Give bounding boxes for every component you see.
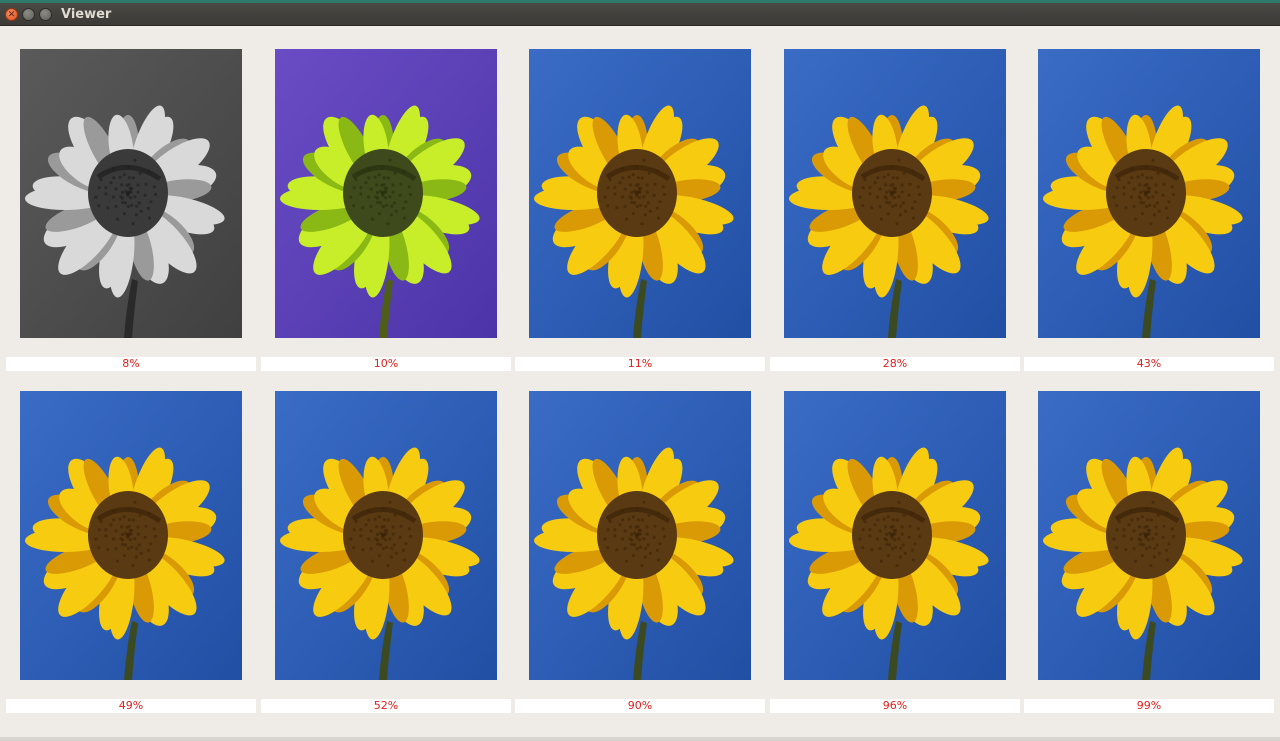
result-score-label: 8% — [6, 357, 256, 371]
result-score-label: 90% — [515, 699, 765, 713]
result-score-label: 10% — [261, 357, 511, 371]
result-score-label: 28% — [770, 357, 1020, 371]
result-score-label: 96% — [770, 699, 1020, 713]
result-image[interactable] — [275, 391, 497, 680]
result-image[interactable] — [529, 391, 751, 680]
result-score-label: 99% — [1024, 699, 1274, 713]
title-bar: ✕ Viewer — [0, 3, 1280, 26]
minimize-window-button[interactable] — [22, 8, 35, 21]
result-score-label: 11% — [515, 357, 765, 371]
result-image[interactable] — [1038, 49, 1260, 338]
result-image[interactable] — [275, 49, 497, 338]
result-image[interactable] — [20, 49, 242, 338]
result-score-label: 49% — [6, 699, 256, 713]
result-image[interactable] — [1038, 391, 1260, 680]
window-title: Viewer — [61, 7, 112, 22]
result-score-label: 43% — [1024, 357, 1274, 371]
result-image[interactable] — [784, 49, 1006, 338]
bottom-edge — [0, 737, 1280, 741]
close-window-button[interactable]: ✕ — [5, 8, 18, 21]
result-score-label: 52% — [261, 699, 511, 713]
result-image[interactable] — [529, 49, 751, 338]
result-image[interactable] — [784, 391, 1006, 680]
maximize-window-button[interactable] — [39, 8, 52, 21]
result-image[interactable] — [20, 391, 242, 680]
